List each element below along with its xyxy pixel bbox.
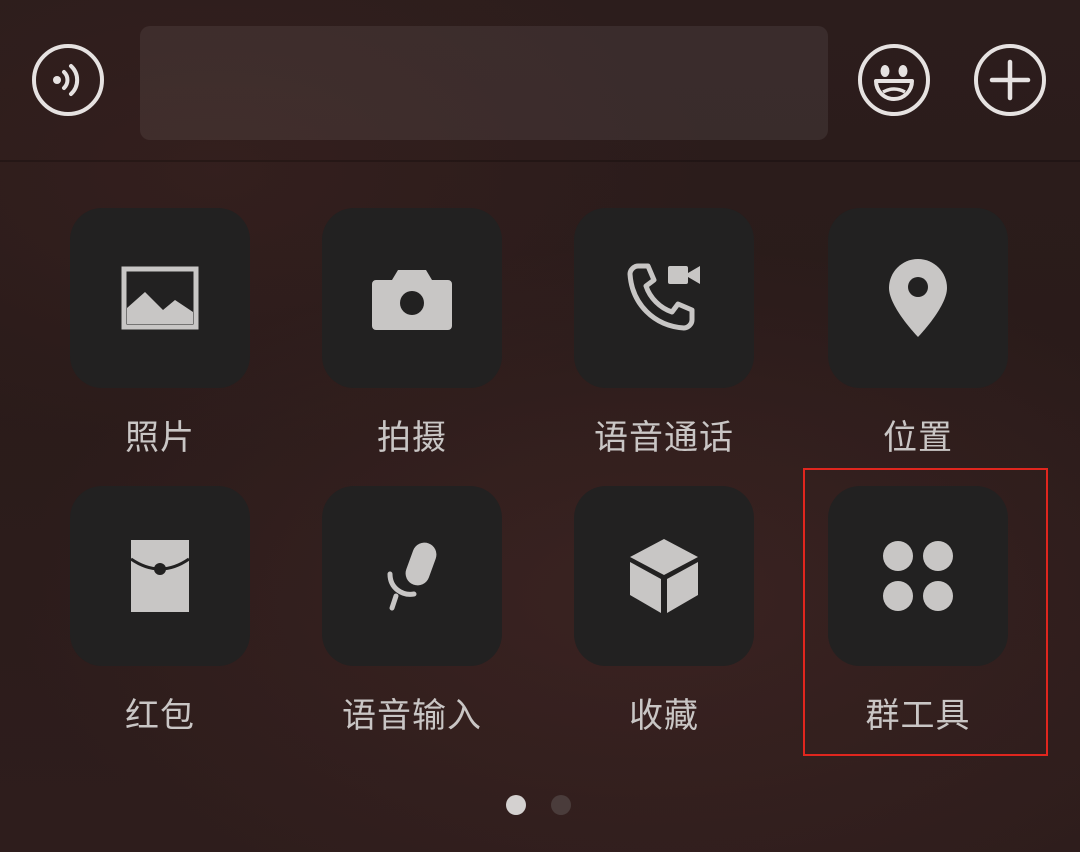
- page-dot[interactable]: [551, 795, 571, 815]
- panel-item-label: 收藏: [629, 696, 699, 736]
- message-input[interactable]: [140, 26, 828, 140]
- panel-item-box[interactable]: [574, 208, 754, 388]
- panel-item-camera[interactable]: 拍摄: [322, 208, 502, 459]
- panel-item-label: 红包: [125, 696, 195, 736]
- microphone-icon: [387, 542, 437, 611]
- chat-input-bar: [0, 0, 1080, 162]
- panel-item-box[interactable]: [70, 208, 250, 388]
- location-pin-icon: [889, 259, 947, 337]
- panel-item-box[interactable]: [322, 208, 502, 388]
- panel-item-voice-input[interactable]: 语音输入: [322, 486, 502, 737]
- smiley-face-icon: [874, 65, 914, 101]
- panel-item-label: 拍摄: [377, 418, 447, 458]
- panel-item-box[interactable]: [70, 486, 250, 666]
- page-dot-active[interactable]: [506, 795, 526, 815]
- panel-item-label: 语音通话: [594, 418, 734, 458]
- panel-item-box[interactable]: [322, 486, 502, 666]
- panel-item-location[interactable]: 位置: [828, 208, 1008, 459]
- photo-icon: [121, 266, 199, 330]
- panel-item-favorites[interactable]: 收藏: [574, 486, 754, 737]
- red-packet-icon: [130, 540, 190, 612]
- voice-toggle-button[interactable]: [32, 44, 104, 116]
- more-functions-button[interactable]: [974, 44, 1046, 116]
- panel-item-red-packet[interactable]: 红包: [70, 486, 250, 737]
- panel-item-voice-call[interactable]: 语音通话: [574, 208, 754, 459]
- panel-item-label: 位置: [883, 418, 953, 458]
- plus-icon: [989, 59, 1031, 101]
- page-indicator: [506, 795, 571, 815]
- favorites-cube-icon: [630, 539, 698, 613]
- panel-item-box[interactable]: [574, 486, 754, 666]
- panel-item-box[interactable]: [828, 208, 1008, 388]
- voice-video-call-icon: [627, 263, 700, 331]
- highlight-box: [803, 468, 1048, 756]
- panel-item-label: 语音输入: [342, 696, 482, 736]
- panel-item-photo[interactable]: 照片: [70, 208, 250, 459]
- voice-wave-icon: [53, 64, 80, 96]
- camera-icon: [372, 270, 452, 330]
- emoji-button[interactable]: [858, 44, 930, 116]
- panel-item-label: 照片: [125, 418, 195, 458]
